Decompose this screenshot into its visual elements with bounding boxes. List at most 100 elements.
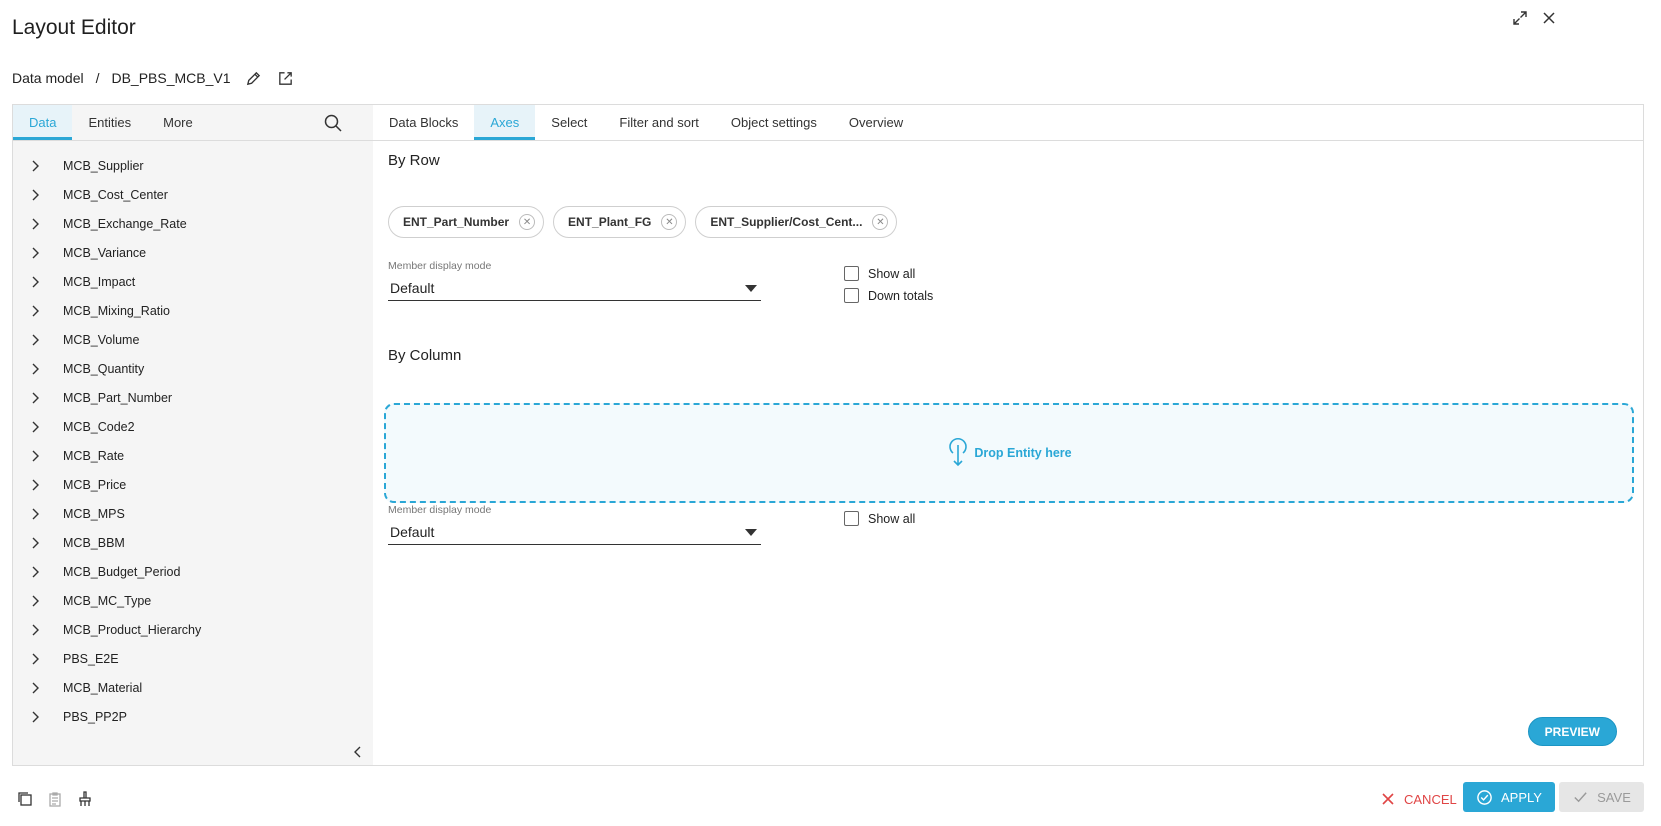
tree-item[interactable]: MCB_Cost_Center [13, 180, 373, 209]
row-chip[interactable]: ENT_Plant_FG ✕ [553, 206, 687, 238]
remove-chip-icon[interactable]: ✕ [519, 214, 536, 230]
tree-item[interactable]: MCB_Exchange_Rate [13, 209, 373, 238]
tree-item-label: MCB_MC_Type [63, 593, 152, 608]
chevron-right-icon[interactable] [28, 449, 42, 463]
cancel-button[interactable]: CANCEL [1381, 785, 1457, 813]
tree-item[interactable]: MCB_Quantity [13, 354, 373, 383]
chevron-right-icon[interactable] [28, 623, 42, 637]
drop-entity-text: Drop Entity here [974, 446, 1072, 460]
checkbox-box[interactable] [844, 288, 859, 303]
tree-item[interactable]: MCB_Part_Number [13, 383, 373, 412]
collapse-panel-icon[interactable] [351, 745, 365, 759]
chevron-right-icon[interactable] [28, 304, 42, 318]
tree-item[interactable]: MCB_Budget_Period [13, 557, 373, 586]
tree-item-label: MCB_Budget_Period [63, 564, 181, 579]
chevron-right-icon[interactable] [28, 188, 42, 202]
checkbox-box[interactable] [844, 511, 859, 526]
breadcrumb-current: DB_PBS_MCB_V1 [111, 70, 231, 86]
caret-down-icon [745, 284, 757, 292]
tree-item-label: MCB_Part_Number [63, 390, 173, 405]
tree-item[interactable]: MCB_Material [13, 673, 373, 702]
tab-more[interactable]: More [147, 105, 209, 140]
tree-item[interactable]: MCB_Supplier [13, 151, 373, 180]
chevron-right-icon[interactable] [28, 710, 42, 724]
tab-filter-and-sort[interactable]: Filter and sort [603, 105, 714, 140]
format-brush-icon[interactable] [76, 790, 94, 808]
edit-pencil-icon[interactable] [245, 69, 263, 87]
tab-entities[interactable]: Entities [72, 105, 147, 140]
row-chip[interactable]: ENT_Supplier/Cost_Cent... ✕ [695, 206, 898, 238]
tree-item[interactable]: MCB_Rate [13, 441, 373, 470]
right-tab-bar: Data Blocks Axes Select Filter and sort … [373, 105, 1643, 141]
row-chip-label: ENT_Part_Number [403, 215, 510, 229]
tree-item[interactable]: MCB_MC_Type [13, 586, 373, 615]
tree-item[interactable]: PBS_PP2P [13, 702, 373, 731]
paste-icon[interactable] [46, 790, 64, 808]
tree-item-label: MCB_Price [63, 477, 127, 492]
tree-item[interactable]: MCB_Variance [13, 238, 373, 267]
tab-axes[interactable]: Axes [474, 105, 536, 140]
tree-item-label: MCB_Rate [63, 448, 125, 463]
maximize-icon[interactable] [1510, 8, 1530, 28]
row-chip-label: ENT_Supplier/Cost_Cent... [710, 215, 863, 229]
tree-item[interactable]: PBS_E2E [13, 644, 373, 673]
apply-button[interactable]: APPLY [1463, 782, 1555, 812]
chevron-right-icon[interactable] [28, 507, 42, 521]
chevron-right-icon[interactable] [28, 391, 42, 405]
tree-item[interactable]: MCB_Price [13, 470, 373, 499]
tree-item[interactable]: MCB_Mixing_Ratio [13, 296, 373, 325]
row-down-totals-checkbox[interactable]: Down totals [844, 288, 933, 303]
search-icon[interactable] [323, 113, 343, 133]
column-member-display-select[interactable]: Default [388, 520, 761, 545]
chevron-right-icon[interactable] [28, 362, 42, 376]
chevron-right-icon[interactable] [28, 652, 42, 666]
checkbox-box[interactable] [844, 266, 859, 281]
tree-item[interactable]: MCB_BBM [13, 528, 373, 557]
row-chip-label: ENT_Plant_FG [568, 215, 652, 229]
row-show-all-checkbox[interactable]: Show all [844, 266, 915, 281]
by-column-title: By Column [388, 347, 462, 364]
preview-button[interactable]: PREVIEW [1527, 717, 1617, 746]
chevron-right-icon[interactable] [28, 333, 42, 347]
chevron-right-icon[interactable] [28, 159, 42, 173]
tree-item[interactable]: MCB_Product_Hierarchy [13, 615, 373, 644]
tree-item-label: MCB_Exchange_Rate [63, 216, 187, 231]
drop-target-icon [949, 438, 968, 467]
tree-item-label: PBS_E2E [63, 651, 119, 666]
row-member-display-select[interactable]: Default [388, 276, 761, 301]
remove-chip-icon[interactable]: ✕ [872, 214, 889, 230]
tab-overview[interactable]: Overview [833, 105, 919, 140]
axes-panel: Data Blocks Axes Select Filter and sort … [373, 105, 1643, 765]
tab-data-blocks[interactable]: Data Blocks [373, 105, 474, 140]
breadcrumb-root[interactable]: Data model [12, 70, 84, 86]
chevron-right-icon[interactable] [28, 594, 42, 608]
tree-item-label: MCB_Volume [63, 332, 140, 347]
copy-icon[interactable] [16, 790, 34, 808]
chevron-right-icon[interactable] [28, 246, 42, 260]
column-show-all-checkbox[interactable]: Show all [844, 511, 915, 526]
chevron-right-icon[interactable] [28, 565, 42, 579]
tree-item[interactable]: MCB_Code2 [13, 412, 373, 441]
chevron-right-icon[interactable] [28, 536, 42, 550]
open-external-icon[interactable] [277, 69, 295, 87]
tree-item[interactable]: MCB_MPS [13, 499, 373, 528]
close-icon[interactable] [1539, 8, 1559, 28]
tab-select[interactable]: Select [535, 105, 603, 140]
remove-chip-icon[interactable]: ✕ [661, 214, 678, 230]
breadcrumb: Data model / DB_PBS_MCB_V1 [12, 69, 295, 87]
chevron-right-icon[interactable] [28, 420, 42, 434]
tree-item[interactable]: MCB_Volume [13, 325, 373, 354]
editor-frame: Data Entities More MCB_Supplier MCB_Cost_… [12, 104, 1644, 766]
row-member-display-value: Default [390, 280, 435, 296]
chevron-right-icon[interactable] [28, 478, 42, 492]
tree-item[interactable]: MCB_Impact [13, 267, 373, 296]
chevron-right-icon[interactable] [28, 275, 42, 289]
tab-data[interactable]: Data [13, 105, 73, 140]
row-chip[interactable]: ENT_Part_Number ✕ [388, 206, 545, 238]
row-member-display-label: Member display mode [388, 260, 492, 272]
tab-object-settings[interactable]: Object settings [715, 105, 833, 140]
chevron-right-icon[interactable] [28, 681, 42, 695]
check-circle-icon [1477, 789, 1492, 805]
chevron-right-icon[interactable] [28, 217, 42, 231]
column-drop-zone[interactable]: Drop Entity here [384, 403, 1634, 503]
